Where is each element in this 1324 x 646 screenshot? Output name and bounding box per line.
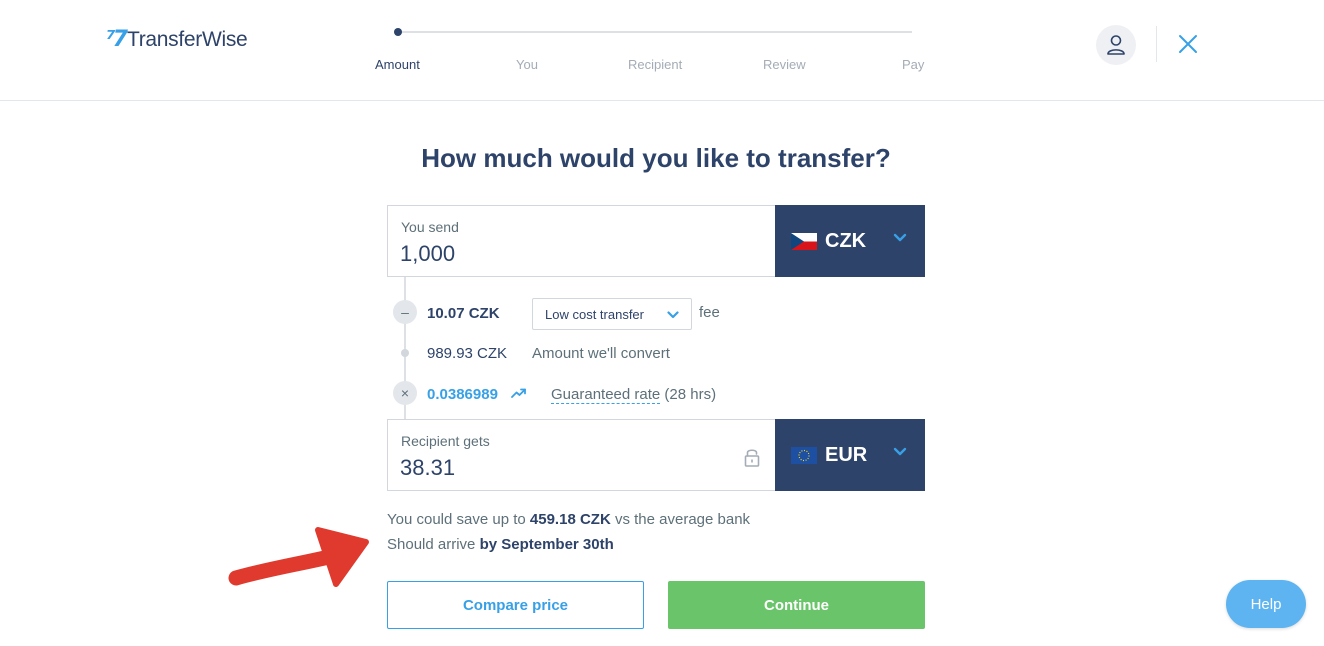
logo-text: TransferWise xyxy=(126,28,248,51)
minus-icon: – xyxy=(393,300,417,324)
convert-amount: 989.93 CZK xyxy=(427,345,508,362)
step-amount: Amount xyxy=(375,57,420,72)
receive-currency-select[interactable]: EUR xyxy=(775,419,925,491)
help-button[interactable]: Help xyxy=(1226,580,1306,628)
fee-type-label: Low cost transfer xyxy=(545,306,644,322)
header-divider xyxy=(1156,26,1157,62)
fee-suffix: fee xyxy=(699,304,720,321)
compare-price-button[interactable]: Compare price xyxy=(387,581,644,629)
receive-amount-input[interactable] xyxy=(400,455,730,481)
step-recipient: Recipient xyxy=(628,57,683,72)
receive-amount-box: Recipient gets EUR xyxy=(387,419,925,491)
convert-label: Amount we'll convert xyxy=(532,345,670,362)
chevron-down-icon xyxy=(893,233,907,242)
lock-icon[interactable] xyxy=(743,446,761,468)
savings-prefix: You could save up to xyxy=(387,511,526,528)
send-amount-box: You send CZK xyxy=(387,205,925,277)
breakdown-dot xyxy=(401,349,409,357)
account-button[interactable] xyxy=(1096,25,1136,65)
czech-flag-icon xyxy=(791,232,817,250)
step-review: Review xyxy=(763,57,806,72)
close-button[interactable] xyxy=(1176,32,1200,56)
times-icon: × xyxy=(393,381,417,405)
fee-amount: 10.07 CZK xyxy=(427,305,500,322)
guaranteed-rate-row: Guaranteed rate (28 hrs) xyxy=(551,386,717,404)
send-currency-code: CZK xyxy=(825,229,867,252)
chevron-down-icon xyxy=(667,311,679,319)
stepper-current-dot xyxy=(394,28,402,36)
user-icon xyxy=(1107,35,1125,55)
receive-label: Recipient gets xyxy=(401,433,490,449)
close-icon xyxy=(1179,35,1197,53)
rate-duration: (28 hrs) xyxy=(664,386,717,403)
transferwise-mark-icon: ⁷7 xyxy=(106,27,128,52)
send-label: You send xyxy=(401,219,459,235)
stepper-track xyxy=(398,31,912,33)
send-currency-select[interactable]: CZK xyxy=(775,205,925,277)
arrival-prefix: Should arrive xyxy=(387,536,476,553)
chevron-down-icon xyxy=(893,447,907,456)
logo[interactable]: ⁷7 TransferWise xyxy=(106,27,248,52)
step-you: You xyxy=(516,57,538,72)
send-amount-input[interactable] xyxy=(400,241,730,267)
fee-breakdown: – 10.07 CZK Low cost transfer fee 989.93… xyxy=(387,277,925,419)
progress-stepper: Amount You Recipient Review Pay xyxy=(365,20,935,80)
page-title: How much would you like to transfer? xyxy=(421,143,891,173)
exchange-rate: 0.0386989 xyxy=(427,386,498,403)
guaranteed-rate-link[interactable]: Guaranteed rate xyxy=(551,386,661,404)
receive-currency-code: EUR xyxy=(825,443,868,466)
savings-suffix: vs the average bank xyxy=(614,511,751,528)
trend-up-icon xyxy=(511,388,526,398)
savings-amount: 459.18 CZK xyxy=(529,511,611,528)
savings-text: You could save up to 459.18 CZK vs the a… xyxy=(387,511,750,528)
header: ⁷7 TransferWise Amount You Recipient Rev… xyxy=(0,0,1324,101)
annotation-arrow-icon xyxy=(228,527,369,587)
arrival-date: by September 30th xyxy=(479,536,614,553)
eu-flag-icon xyxy=(791,446,817,464)
fee-type-select[interactable]: Low cost transfer xyxy=(532,298,692,330)
arrival-text: Should arrive by September 30th xyxy=(387,536,614,553)
step-pay: Pay xyxy=(902,57,925,72)
continue-button[interactable]: Continue xyxy=(668,581,925,629)
